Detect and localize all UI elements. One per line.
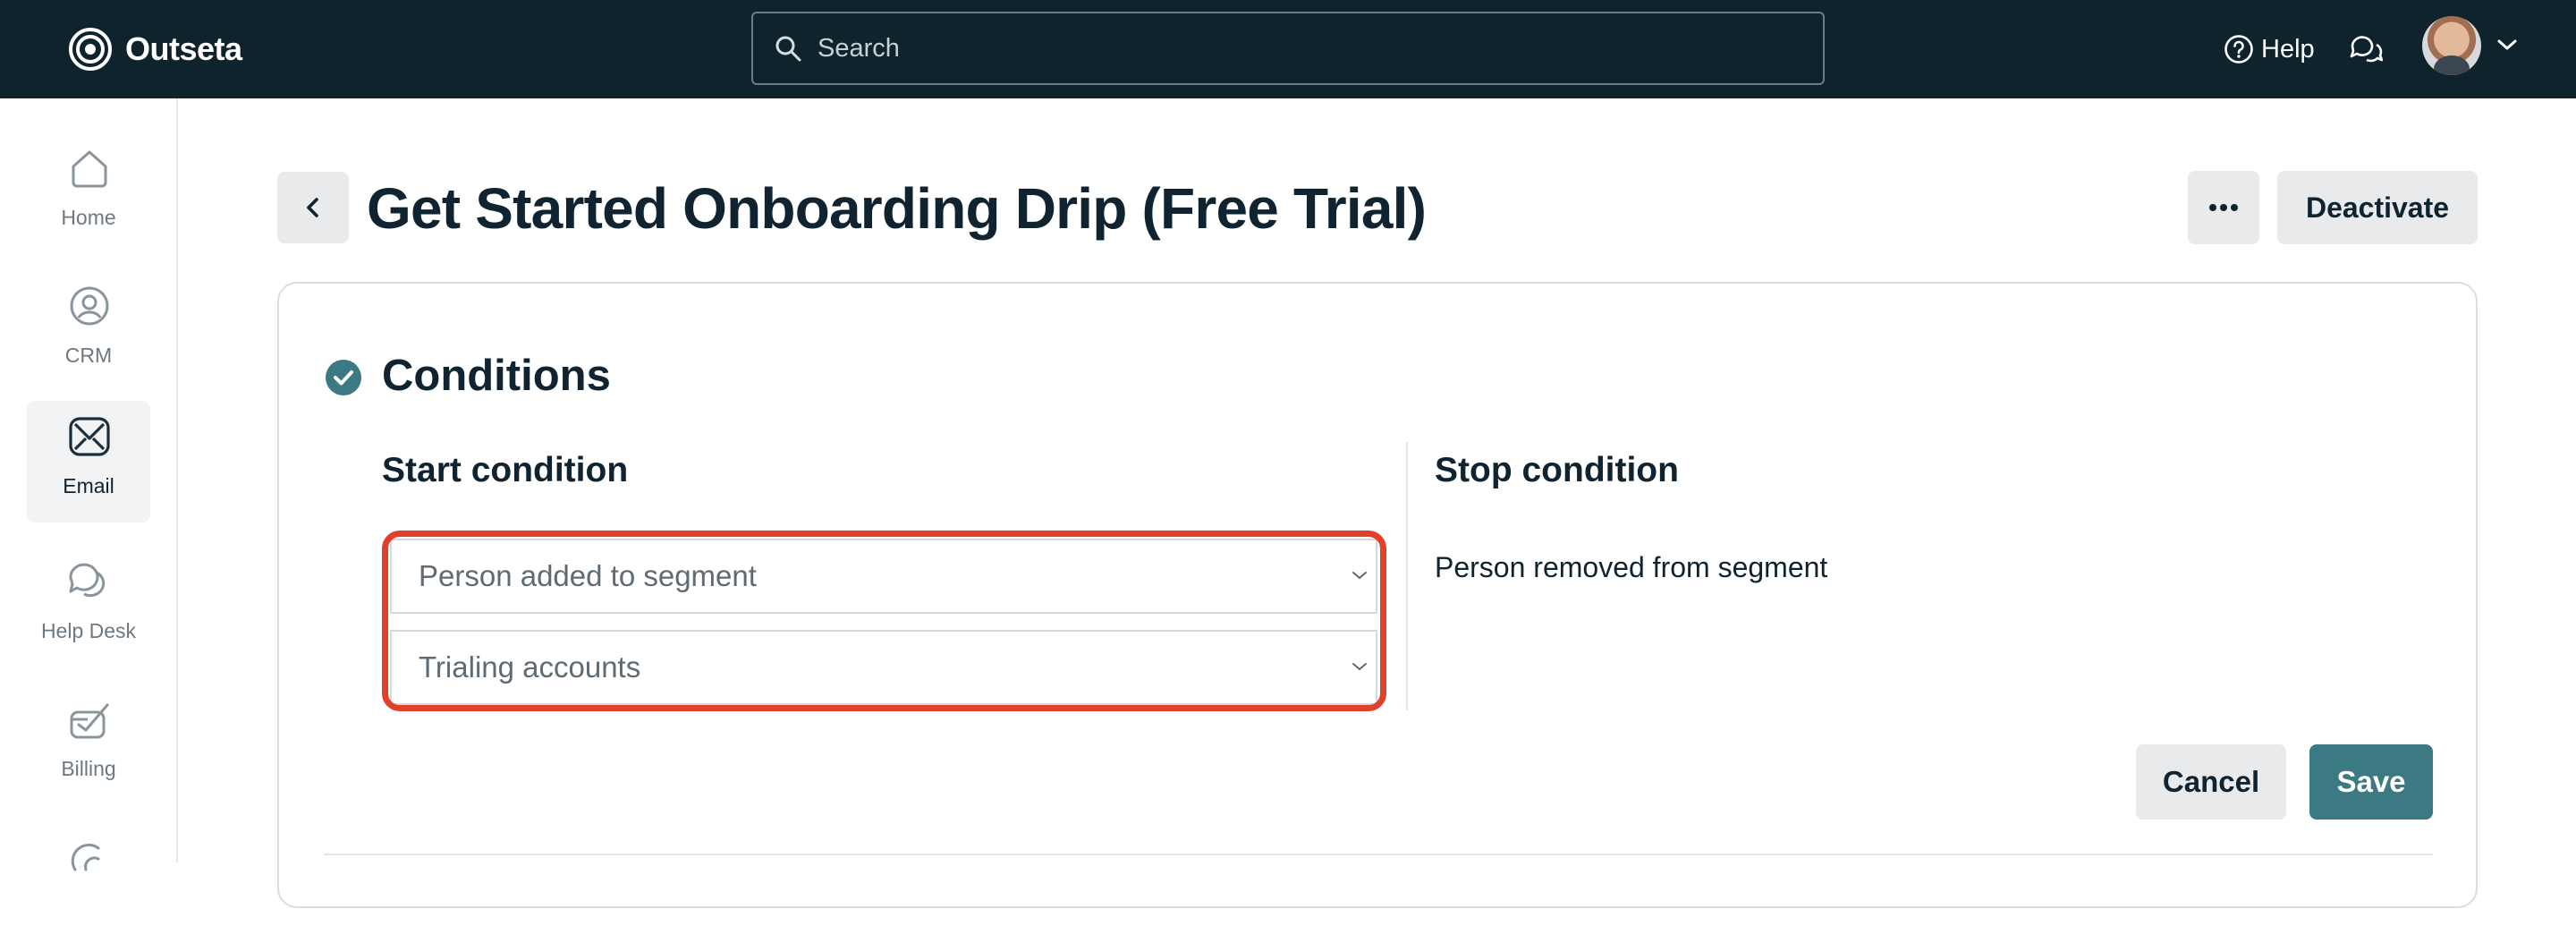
page-title: Get Started Onboarding Drip (Free Trial) <box>367 176 1427 241</box>
chevron-down-icon[interactable] <box>2496 36 2519 54</box>
sidebar-item-label: Billing <box>61 757 116 780</box>
brand[interactable]: Outseta <box>68 27 242 72</box>
column-divider <box>1406 442 1408 710</box>
search-input[interactable] <box>818 13 1801 83</box>
sidebar-item-label: CRM <box>64 344 113 367</box>
annotation-highlight-box <box>382 531 1386 711</box>
sidebar-item-label: Email <box>63 474 114 497</box>
sidebar-item-more[interactable] <box>27 821 150 943</box>
billing-icon <box>70 703 109 739</box>
sidebar-item-crm[interactable]: CRM <box>27 270 150 392</box>
more-options-button[interactable] <box>2188 171 2259 244</box>
home-icon <box>72 150 107 188</box>
stop-condition-value: Person removed from segment <box>1435 551 1828 583</box>
chevron-left-icon <box>307 198 318 217</box>
user-avatar[interactable] <box>2422 16 2481 75</box>
crm-icon <box>70 286 109 326</box>
help-label: Help <box>2261 34 2315 64</box>
check-circle-icon <box>326 360 361 395</box>
cancel-button[interactable]: Cancel <box>2136 744 2286 820</box>
sidebar-item-label: Home <box>61 206 116 229</box>
brand-name: Outseta <box>125 30 242 67</box>
back-button[interactable] <box>277 172 349 243</box>
more-nav-icon <box>71 844 100 871</box>
email-icon <box>69 417 110 456</box>
stop-condition-title: Stop condition <box>1435 451 1679 489</box>
top-bar: Outseta Help <box>0 0 2576 98</box>
help-link[interactable]: Help <box>2224 30 2315 68</box>
sidebar-item-home[interactable]: Home <box>27 132 150 254</box>
sidebar: Home CRM Email Help Desk Billing <box>0 98 178 871</box>
search-icon <box>775 36 801 62</box>
sidebar-item-help-desk[interactable]: Help Desk <box>27 546 150 667</box>
start-condition-title: Start condition <box>382 451 629 489</box>
conditions-title: Conditions <box>382 352 611 400</box>
sidebar-item-label: Help Desk <box>40 619 137 642</box>
outseta-logo-icon <box>69 28 112 71</box>
help-desk-icon <box>69 563 106 598</box>
section-divider <box>324 854 2433 855</box>
sidebar-item-billing[interactable]: Billing <box>27 684 150 805</box>
chat-icon[interactable] <box>2347 30 2383 66</box>
question-circle-icon <box>2224 35 2253 64</box>
search-box[interactable] <box>751 12 1825 85</box>
sidebar-item-email[interactable]: Email <box>27 401 150 522</box>
ellipsis-icon <box>2209 204 2238 211</box>
save-button[interactable]: Save <box>2309 744 2433 820</box>
deactivate-button[interactable]: Deactivate <box>2277 171 2478 244</box>
